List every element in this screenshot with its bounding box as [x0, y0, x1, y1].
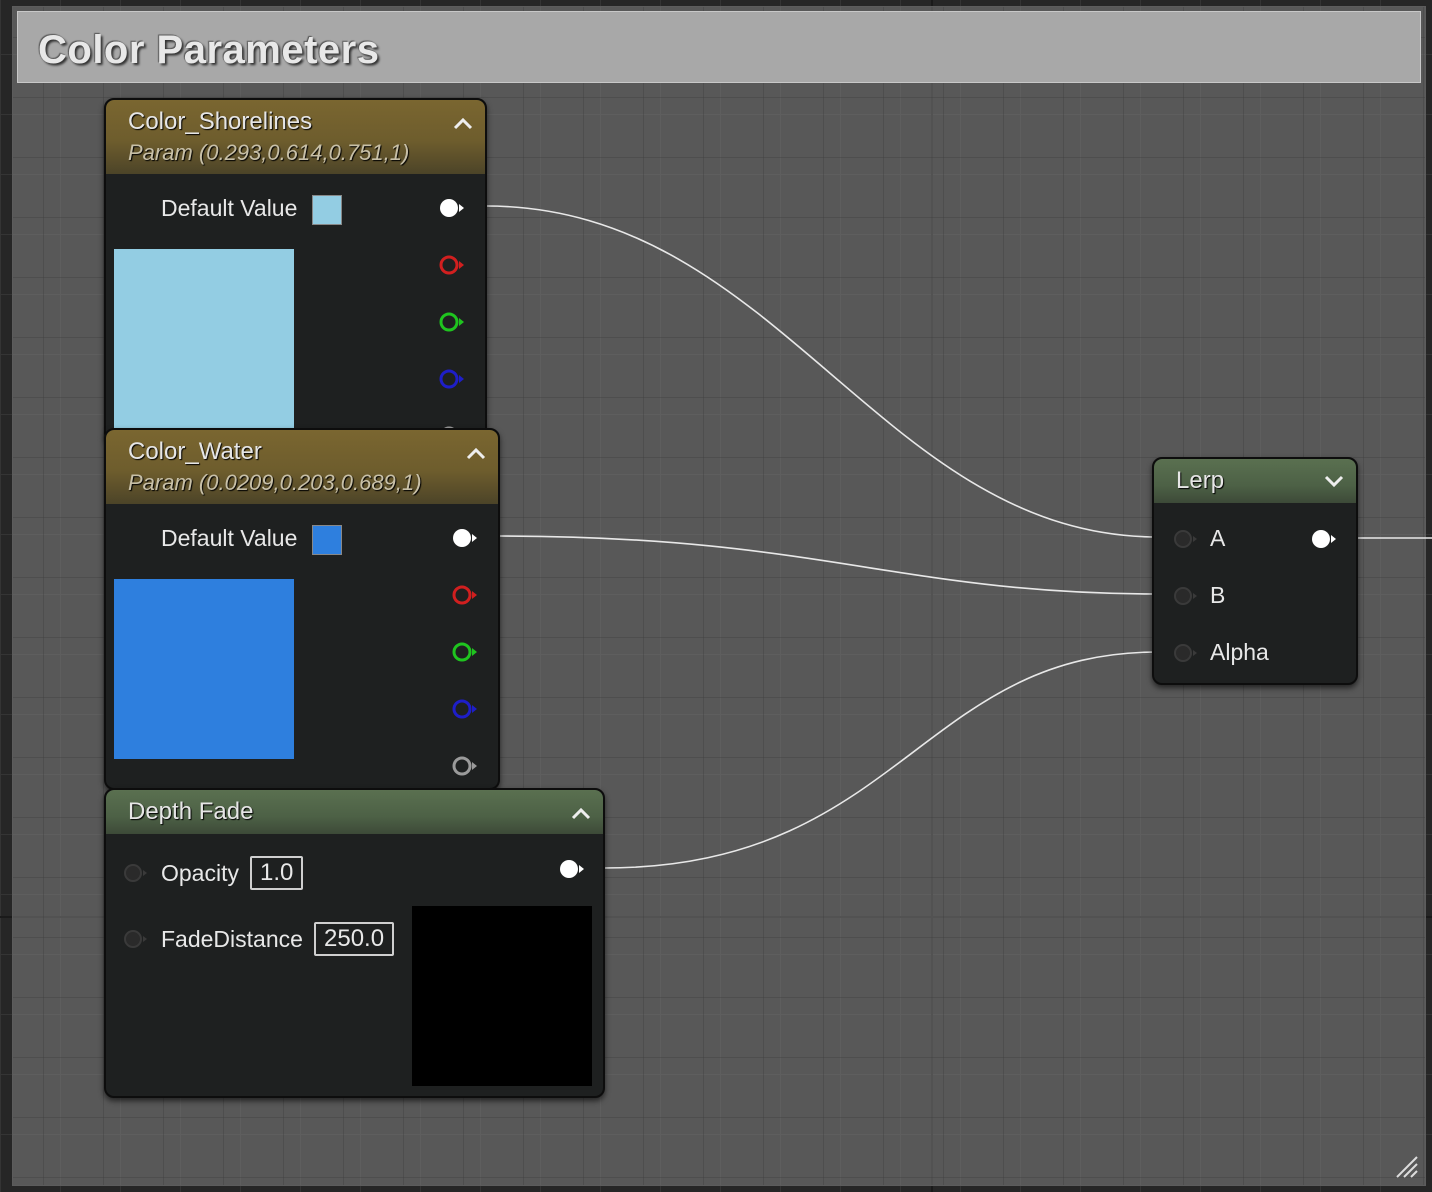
pin-a-label: A: [1210, 525, 1226, 551]
collapse-chevron-icon[interactable]: [453, 116, 473, 130]
node-subtitle: Param (0.293,0.614,0.751,1): [128, 140, 410, 165]
input-pin-fade-distance-icon[interactable]: [122, 927, 152, 951]
color-preview: [114, 579, 294, 759]
default-value-swatch[interactable]: [312, 525, 342, 555]
output-pin-icon[interactable]: [557, 857, 587, 881]
fade-distance-label: FadeDistance: [161, 926, 303, 952]
output-pin-icon[interactable]: [1309, 527, 1339, 551]
input-pin-opacity-icon[interactable]: [122, 861, 152, 885]
node-color-water[interactable]: Color_Water Param (0.0209,0.203,0.689,1)…: [104, 428, 500, 790]
output-pin-rgba-icon[interactable]: [437, 196, 467, 220]
output-pin-g-icon[interactable]: [450, 640, 480, 664]
collapse-chevron-icon[interactable]: [466, 446, 486, 460]
expand-chevron-icon[interactable]: [1324, 475, 1344, 489]
output-pin-r-icon[interactable]: [437, 253, 467, 277]
opacity-label: Opacity: [161, 860, 239, 886]
node-header[interactable]: Color_Shorelines Param (0.293,0.614,0.75…: [106, 100, 485, 174]
default-value-label: Default Value: [161, 525, 298, 551]
node-title: Color_Shorelines: [128, 108, 313, 135]
default-value-swatch[interactable]: [312, 195, 342, 225]
input-pin-b-icon[interactable]: [1172, 584, 1202, 608]
node-color-shorelines[interactable]: Color_Shorelines Param (0.293,0.614,0.75…: [104, 98, 487, 443]
node-lerp[interactable]: Lerp A B Alpha: [1152, 457, 1358, 685]
output-pin-b-icon[interactable]: [450, 697, 480, 721]
output-pin-g-icon[interactable]: [437, 310, 467, 334]
node-title: Lerp: [1176, 467, 1225, 494]
input-pin-alpha-icon[interactable]: [1172, 641, 1202, 665]
pin-b-label: B: [1210, 582, 1226, 608]
depth-fade-preview: [412, 906, 592, 1086]
opacity-input[interactable]: 1.0: [250, 856, 304, 890]
node-title: Color_Water: [128, 438, 262, 465]
node-title: Depth Fade: [128, 798, 254, 825]
node-depth-fade[interactable]: Depth Fade Opacity 1.0 FadeDistance 250.…: [104, 788, 605, 1098]
node-header[interactable]: Lerp: [1154, 459, 1356, 503]
node-header[interactable]: Color_Water Param (0.0209,0.203,0.689,1): [106, 430, 498, 504]
collapse-chevron-icon[interactable]: [571, 806, 591, 820]
output-pin-a-icon[interactable]: [450, 754, 480, 778]
fade-distance-input[interactable]: 250.0: [314, 922, 395, 956]
pin-alpha-label: Alpha: [1210, 639, 1269, 665]
default-value-label: Default Value: [161, 195, 298, 221]
output-pin-r-icon[interactable]: [450, 583, 480, 607]
color-preview: [114, 249, 294, 439]
output-pin-b-icon[interactable]: [437, 367, 467, 391]
output-pin-rgba-icon[interactable]: [450, 526, 480, 550]
node-subtitle: Param (0.0209,0.203,0.689,1): [128, 470, 422, 495]
wire-depthfade-to-alpha: [603, 651, 1159, 869]
input-pin-a-icon[interactable]: [1172, 527, 1202, 551]
node-header[interactable]: Depth Fade: [106, 790, 603, 834]
wire-shorelines-to-a: [485, 205, 1159, 538]
wire-water-to-b: [497, 535, 1159, 595]
